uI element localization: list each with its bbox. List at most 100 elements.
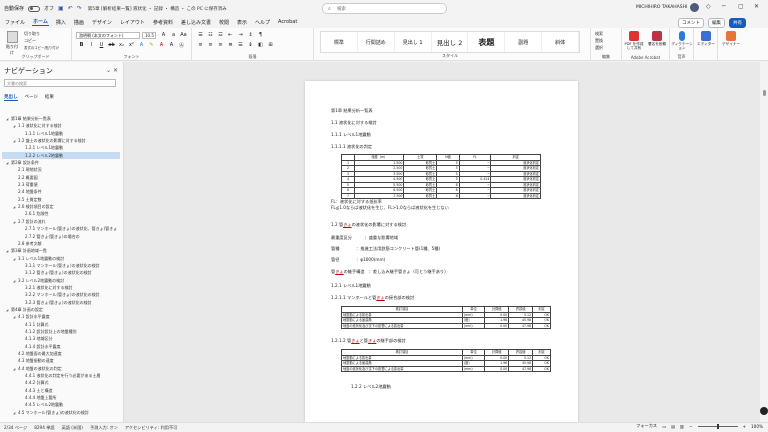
underline-icon[interactable]: U <box>98 42 105 49</box>
nav-heading-item[interactable]: ◢ 3.2 レベル2地震動の検討 <box>2 277 120 284</box>
dictate-button[interactable]: ディクテーション <box>671 31 693 50</box>
edit-mode-button[interactable]: 編集 <box>708 18 725 28</box>
style-item[interactable]: 標準 <box>321 32 358 52</box>
scroll-thumb[interactable] <box>763 90 766 96</box>
style-item[interactable]: 見出し 1 <box>395 32 432 52</box>
nav-heading-item[interactable]: 1.2.2 レベル2地震動 <box>2 151 120 160</box>
nav-heading-item[interactable]: 2.7.1 マンホール(管きょ)の液状化、管きょ(管きょ <box>2 225 120 232</box>
share-button[interactable]: 共有 <box>729 18 746 28</box>
nav-heading-item[interactable]: ◢ 2.7 設計の流れ <box>2 218 120 225</box>
nav-close-icon[interactable]: ⌄ ✕ <box>106 67 118 74</box>
nav-heading-item[interactable]: 3.2.3 管きょ(管きょ)の液状化の検討 <box>2 299 120 306</box>
assistant-icon[interactable] <box>760 407 768 415</box>
decrease-indent-icon[interactable]: ⇤ <box>227 32 234 38</box>
show-marks-icon[interactable]: ¶ <box>257 32 264 38</box>
menu-tab[interactable]: 参考資料 <box>152 19 174 26</box>
shrink-font-icon[interactable]: a <box>170 32 177 38</box>
style-item[interactable]: 行間詰め <box>358 32 395 52</box>
highlight-icon[interactable]: ✎ <box>148 42 155 49</box>
avatar[interactable] <box>690 3 700 12</box>
line-spacing-icon[interactable]: ↨ <box>247 42 254 48</box>
nav-heading-item[interactable]: ◢ 第2章 設計条件 <box>2 159 120 166</box>
menu-tab[interactable]: 描画 <box>73 19 85 26</box>
multilevel-list-icon[interactable]: ☲ <box>217 32 224 38</box>
menu-tab[interactable]: ホーム <box>32 18 49 26</box>
nav-heading-item[interactable]: 3.1.1 マンホール(管きょ)の液状化の検討 <box>2 262 120 269</box>
nav-heading-item[interactable]: 4.3 地盤振動の速度 <box>2 357 120 364</box>
read-mode-icon[interactable]: ▭ <box>662 424 666 429</box>
menu-tab[interactable]: 挿入 <box>55 19 67 26</box>
designer-button[interactable]: デザイナー <box>720 31 742 46</box>
nav-heading-item[interactable]: ◢ 第4章 計画の設定 <box>2 306 120 313</box>
style-item[interactable]: 斜体 <box>542 32 580 52</box>
distributed-icon[interactable]: ☰ <box>237 42 244 48</box>
menu-tab[interactable]: 表示 <box>236 19 248 26</box>
find-button[interactable]: 検索 <box>595 31 603 37</box>
align-left-icon[interactable]: ≡ <box>197 42 204 48</box>
nav-heading-item[interactable]: 4.4.2 計算式 <box>2 379 120 386</box>
justify-icon[interactable]: ≣ <box>227 42 234 48</box>
nav-heading-item[interactable]: 3.1.2 管きょ(管きょ)の液状化の検討 <box>2 269 120 276</box>
menu-tab[interactable]: 差し込み文書 <box>180 19 212 26</box>
nav-heading-item[interactable]: 4.1.3 地域区分 <box>2 335 120 342</box>
nav-heading-item[interactable]: 4.4.4 地盤上箇所 <box>2 394 120 401</box>
nav-heading-item[interactable]: 2.4 地盤条件 <box>2 188 120 195</box>
replace-button[interactable]: 置換 <box>595 38 603 44</box>
close-icon[interactable]: ✕ <box>754 3 759 10</box>
nav-heading-item[interactable]: 4.4.1 液状化の判定を行う必要がある土層 <box>2 372 120 379</box>
page-count[interactable]: 2/34 ページ <box>4 425 27 431</box>
nav-heading-item[interactable]: 2.8 参考文献 <box>2 240 120 247</box>
nav-tab[interactable]: 結果 <box>45 94 54 101</box>
editor-button[interactable]: エディター <box>695 31 717 46</box>
nav-heading-item[interactable]: ◢ 4.4 地盤の液状化の判定 <box>2 365 120 372</box>
text-predictions[interactable]: 予測入力: オン <box>90 425 118 431</box>
save-icon[interactable]: ▣ <box>58 5 64 12</box>
align-right-icon[interactable]: ≡ <box>217 42 224 48</box>
strikethrough-icon[interactable]: ab <box>108 42 115 49</box>
font-size-select[interactable]: 10.5 <box>142 32 156 39</box>
zoom-slider[interactable] <box>697 423 738 429</box>
language[interactable]: 英語 (米国) <box>62 425 83 431</box>
increase-indent-icon[interactable]: ⇥ <box>237 32 244 38</box>
print-layout-icon[interactable]: ▤ <box>671 424 675 429</box>
nav-heading-item[interactable]: ◢ 2.6 検討項目の設定 <box>2 203 120 210</box>
menu-tab[interactable]: ヘルプ <box>254 19 271 26</box>
user-account[interactable]: MICHIHIRO TAKAHASHI <box>636 3 700 12</box>
nav-heading-item[interactable]: 4.1.2 設計設計上の地盤種別 <box>2 328 120 335</box>
text-effects-icon[interactable]: A <box>138 42 145 49</box>
request-signature-button[interactable]: 署名を依頼 <box>646 31 668 46</box>
align-center-icon[interactable]: ≡ <box>207 42 214 48</box>
nav-heading-item[interactable]: 2.7.2 管きょ(管きょ)の場合の <box>2 233 120 240</box>
document-page[interactable]: 第1章 結果分析一覧表 1.1 液状化に対する検討 1.1.1 レベル1地震動 … <box>305 81 578 422</box>
font-color-icon[interactable]: A <box>158 42 165 49</box>
nav-heading-item[interactable]: ◢ 1.1 液状化に対する検討 <box>2 122 120 129</box>
menu-tab[interactable]: ファイル <box>4 19 26 26</box>
format-painter-button[interactable]: 書式のコピー/貼り付け <box>24 45 59 50</box>
font-name-select[interactable]: 游明朝 (本文のフォント) <box>76 32 140 39</box>
vertical-scrollbar[interactable] <box>761 62 768 422</box>
nav-heading-item[interactable]: 4.4.3 土と構造 <box>2 387 120 394</box>
nav-heading-item[interactable]: 2.6.1 危険性 <box>2 210 120 217</box>
search-box[interactable]: ⌕ 検索 <box>322 3 447 14</box>
style-item[interactable]: 見出し 2 <box>432 32 469 52</box>
nav-tab[interactable]: ページ <box>25 94 38 101</box>
web-layout-icon[interactable]: ▥ <box>680 424 684 429</box>
grow-font-icon[interactable]: A <box>160 32 167 38</box>
focus-button[interactable]: フォーカス <box>636 423 657 429</box>
nav-search-input[interactable]: 文書の検索 <box>4 79 116 87</box>
nav-heading-item[interactable]: 3.2.1 液状化に対する検討 <box>2 284 120 291</box>
sort-icon[interactable]: ↕ <box>247 32 254 38</box>
bold-icon[interactable]: B <box>78 42 85 49</box>
subscript-icon[interactable]: x₂ <box>118 42 125 49</box>
zoom-out-icon[interactable]: − <box>689 424 693 429</box>
nav-heading-item[interactable]: 2.1 現地状況 <box>2 166 120 173</box>
shading-icon[interactable]: ◧ <box>257 42 264 48</box>
copy-button[interactable]: コピー <box>24 38 36 44</box>
create-pdf-button[interactable]: PDF を作成して共有 <box>623 31 645 50</box>
minimize-icon[interactable]: ─ <box>722 3 726 10</box>
zoom-in-icon[interactable]: + <box>743 424 747 429</box>
menu-tab[interactable]: Acrobat <box>277 19 298 25</box>
nav-heading-item[interactable]: 2.2 概要図 <box>2 174 120 181</box>
nav-heading-item[interactable]: 2.5 土質定数 <box>2 196 120 203</box>
nav-heading-item[interactable]: ◢ 4.5 マンホール(管きょ)の液状化の検討 <box>2 409 120 416</box>
